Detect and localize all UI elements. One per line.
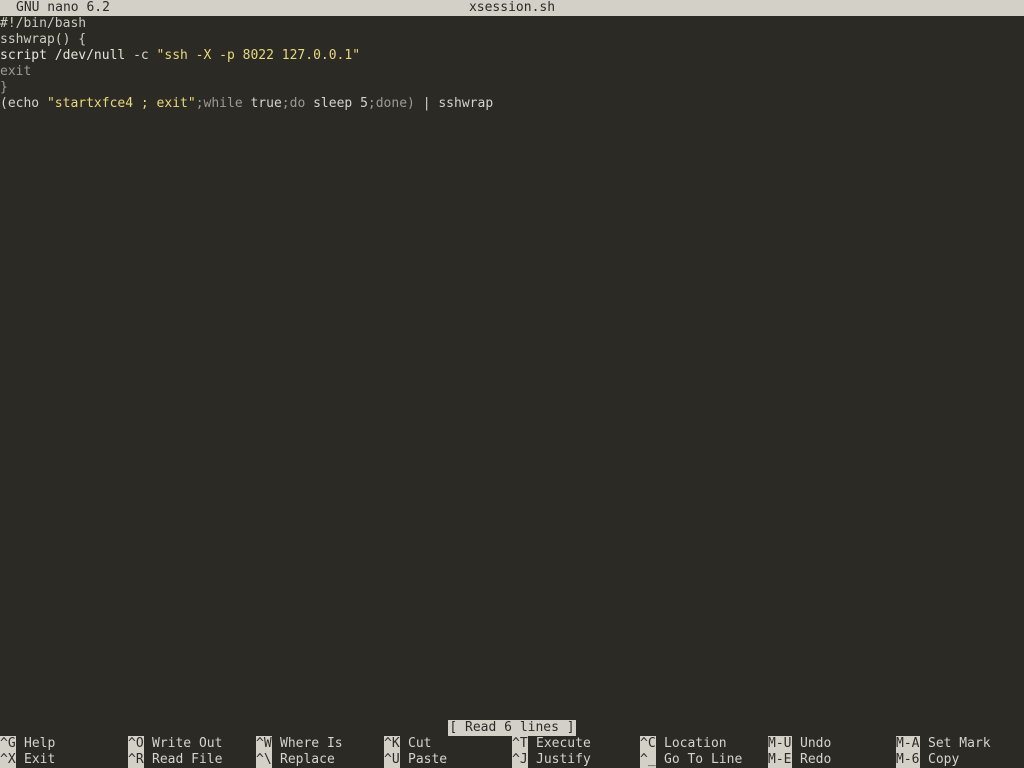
shortcut-key: ^J <box>512 752 528 768</box>
shortcut-justify[interactable]: ^J Justify <box>512 752 591 768</box>
shortcut-label: Location <box>664 736 727 751</box>
shortcut-key: ^K <box>384 736 400 752</box>
code-token: script /dev/null <box>0 48 134 63</box>
shortcut-key: ^_ <box>640 752 656 768</box>
status-bar: [ Read 6 lines ] <box>0 720 1024 736</box>
title-bar: GNU nano 6.2 xsession.sh <box>0 0 1024 16</box>
code-line[interactable]: #!/bin/bash <box>0 16 1024 32</box>
shortcut-key: ^G <box>0 736 16 752</box>
code-token: "startxfce4 ; exit" <box>46 96 196 111</box>
shortcut-paste[interactable]: ^U Paste <box>384 752 447 768</box>
code-token: #!/bin/bash <box>0 16 87 31</box>
code-line[interactable]: (echo "startxfce4 ; exit";while true;do … <box>0 96 1024 112</box>
shortcut-label: Copy <box>928 752 960 767</box>
shortcut-key: ^X <box>0 752 16 768</box>
code-token: "ssh -X -p 8022 127.0.0.1" <box>156 48 361 63</box>
file-name: xsession.sh <box>468 0 556 15</box>
code-line[interactable]: exit <box>0 64 1024 80</box>
editor-area[interactable]: #!/bin/bash sshwrap() {script /dev/null -… <box>0 16 1024 720</box>
code-token: ;do <box>281 96 314 111</box>
shortcut-label: Where Is <box>280 736 343 751</box>
shortcut-key: ^C <box>640 736 656 752</box>
shortcut-set-mark[interactable]: M-A Set Mark <box>896 736 991 752</box>
shortcut-key: M-E <box>768 752 792 768</box>
code-line[interactable]: sshwrap() { <box>0 32 1024 48</box>
shortcut-key: ^W <box>256 736 272 752</box>
shortcut-key: ^T <box>512 736 528 752</box>
shortcut-label: Set Mark <box>928 736 991 751</box>
shortcut-label: Help <box>24 736 56 751</box>
code-token: exit <box>0 64 32 79</box>
shortcut-label: Go To Line <box>664 752 743 767</box>
code-line[interactable]: script /dev/null -c "ssh -X -p 8022 127.… <box>0 48 1024 64</box>
shortcut-key: M-6 <box>896 752 920 768</box>
shortcut-undo[interactable]: M-U Undo <box>768 736 831 752</box>
shortcut-label: Justify <box>536 752 591 767</box>
code-token: sshwrap() { <box>0 32 87 47</box>
code-token: ;done) <box>367 96 423 111</box>
shortcut-replace[interactable]: ^\ Replace <box>256 752 335 768</box>
shortcut-label: Exit <box>24 752 56 767</box>
code-token: } <box>0 80 8 95</box>
shortcut-bar: ^G Help ^O Write Out ^W Where Is ^K Cut ^T Execut… <box>0 736 1024 768</box>
shortcut-go-to-line[interactable]: ^_ Go To Line <box>640 752 742 768</box>
code-token: (echo <box>0 96 47 111</box>
shortcut-copy[interactable]: M-6 Copy <box>896 752 959 768</box>
shortcut-key: ^U <box>384 752 400 768</box>
shortcut-label: Paste <box>408 752 448 767</box>
shortcut-location[interactable]: ^C Location <box>640 736 727 752</box>
code-token: -c <box>133 48 149 63</box>
shortcut-write-out[interactable]: ^O Write Out <box>128 736 222 752</box>
shortcut-help[interactable]: ^G Help <box>0 736 55 752</box>
shortcut-exit[interactable]: ^X Exit <box>0 752 55 768</box>
shortcut-key: ^\ <box>256 752 272 768</box>
shortcut-label: Execute <box>536 736 591 751</box>
shortcut-label: Undo <box>800 736 832 751</box>
shortcut-cut[interactable]: ^K Cut <box>384 736 431 752</box>
shortcut-label: Write Out <box>152 736 223 751</box>
shortcut-key: M-A <box>896 736 920 752</box>
shortcut-key: ^R <box>128 752 144 768</box>
shortcut-label: Redo <box>800 752 832 767</box>
shortcut-execute[interactable]: ^T Execute <box>512 736 591 752</box>
shortcut-label: Replace <box>280 752 335 767</box>
shortcut-redo[interactable]: M-E Redo <box>768 752 831 768</box>
shortcut-where-is[interactable]: ^W Where Is <box>256 736 343 752</box>
code-token: ;while <box>195 96 251 111</box>
shortcut-key: M-U <box>768 736 792 752</box>
shortcut-key: ^O <box>128 736 144 752</box>
code-token: true <box>250 96 282 111</box>
shortcut-label: Cut <box>408 736 432 751</box>
status-message: [ Read 6 lines ] <box>448 720 576 736</box>
code-line[interactable]: } <box>0 80 1024 96</box>
shortcut-label: Read File <box>152 752 223 767</box>
code-token: | sshwrap <box>422 96 494 111</box>
shortcut-read-file[interactable]: ^R Read File <box>128 752 222 768</box>
code-token: sleep 5 <box>313 96 368 111</box>
